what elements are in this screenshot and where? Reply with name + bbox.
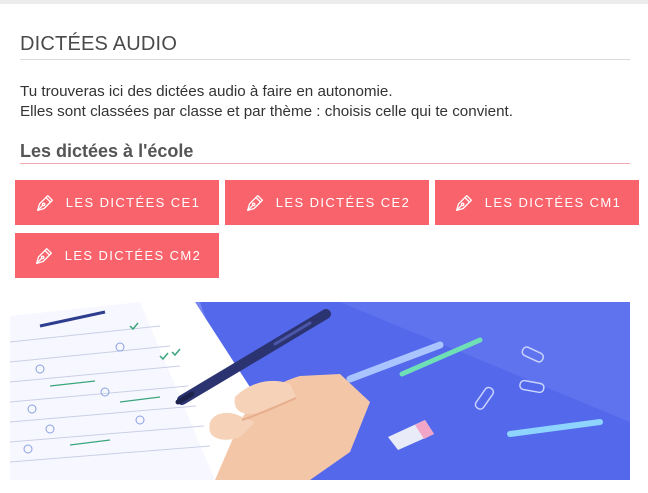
dictees-ce1-button[interactable]: LES DICTÉES CE1: [15, 180, 219, 225]
dictees-ce2-label: LES DICTÉES CE2: [275, 195, 411, 210]
top-border: [0, 0, 648, 4]
page-title: DICTÉES AUDIO: [20, 33, 178, 55]
title-divider: [20, 59, 630, 60]
pen-nib-icon: [455, 194, 472, 211]
intro-line-2: Elles sont classées par classe et par th…: [20, 103, 513, 120]
dictees-cm2-label: LES DICTÉES CM2: [64, 248, 202, 263]
dictees-cm1-button[interactable]: LES DICTÉES CM1: [435, 180, 639, 225]
pen-nib-icon: [36, 194, 53, 211]
dictees-cm1-label: LES DICTÉES CM1: [484, 195, 622, 210]
pen-nib-icon: [246, 194, 263, 211]
section-title: Les dictées à l'école: [20, 141, 194, 161]
dictation-illustration: [10, 302, 630, 480]
intro-text: Tu trouveras ici des dictées audio à fai…: [20, 82, 513, 122]
intro-line-1: Tu trouveras ici des dictées audio à fai…: [20, 83, 393, 100]
dictees-ce1-label: LES DICTÉES CE1: [65, 195, 201, 210]
dictees-cm2-button[interactable]: LES DICTÉES CM2: [15, 233, 219, 278]
pen-nib-icon: [35, 247, 52, 264]
dictees-ce2-button[interactable]: LES DICTÉES CE2: [225, 180, 429, 225]
section-divider: [20, 163, 630, 164]
